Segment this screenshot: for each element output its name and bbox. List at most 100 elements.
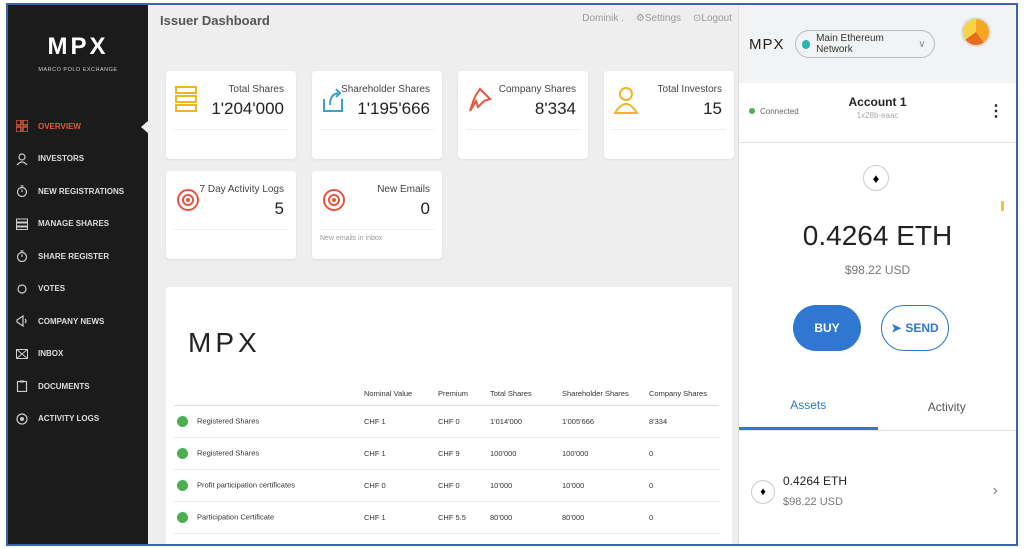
grid-icon (16, 120, 28, 133)
card-total-shares[interactable]: Total Shares 1'204'000 (166, 71, 296, 159)
total-shares: 100'000 (490, 437, 562, 470)
column-header: Total Shares (490, 383, 562, 406)
card-value: 5 (274, 199, 284, 218)
divider (612, 129, 726, 130)
nominal-value: CHF 1 (364, 405, 438, 438)
share-name: Profit participation certificates (197, 479, 295, 489)
shareholder-shares: 1'005'666 (562, 405, 649, 438)
shareholder-shares: 100'000 (562, 437, 649, 470)
sidebar-item-share-register[interactable]: SHARE REGISTER (8, 240, 148, 273)
sidebar-nav: OVERVIEW INVESTORS NEW REGISTRATIONS MAN… (8, 110, 149, 436)
sidebar: MPX MARCO POLO EXCHANGE OVERVIEW INVESTO… (8, 5, 149, 544)
user-name[interactable]: Dominik . (582, 13, 624, 24)
table-row[interactable]: Registered Shares CHF 1 CHF 0 1'014'000 … (174, 405, 719, 438)
sidebar-item-inbox[interactable]: INBOX (8, 338, 148, 371)
share-name: Registered Shares (197, 415, 260, 425)
shareholder-shares: 80'000 (562, 501, 649, 534)
user-menu: Dominik . ⚙Settings ⊙Logout (582, 13, 732, 24)
wallet-tabs: Assets Activity (739, 383, 1016, 431)
send-button[interactable]: ➤ SEND (881, 305, 949, 351)
total-shares: 1'014'000 (490, 405, 562, 438)
clipboard-icon (16, 380, 28, 393)
gear-icon: ⚙ (635, 13, 645, 24)
sidebar-item-overview[interactable]: OVERVIEW (8, 110, 149, 143)
eye-icon (16, 413, 28, 425)
leaf-icon (177, 415, 188, 427)
sidebar-item-investors[interactable]: INVESTORS (8, 143, 148, 176)
leaf-icon (177, 479, 188, 491)
total-shares: 10'000 (490, 469, 562, 502)
circle-icon (16, 283, 28, 295)
shares-table: Nominal Value Premium Total Shares Share… (174, 383, 719, 534)
card-value: 1'195'666 (357, 99, 430, 118)
send-icon: ➤ (891, 321, 902, 335)
wallet-popup: MPX Main Ethereum Network ∨ Connected Ac… (738, 5, 1016, 544)
sidebar-item-label: ACTIVITY LOGS (38, 414, 100, 424)
card-label: Company Shares (498, 84, 576, 95)
logout-link[interactable]: ⊙Logout (693, 13, 732, 24)
card-shareholder-shares[interactable]: Shareholder Shares 1'195'666 (312, 71, 442, 159)
table-row[interactable]: Profit participation certificates CHF 0 … (174, 469, 719, 502)
divider (174, 129, 288, 130)
card-activity-logs[interactable]: 7 Day Activity Logs 5 (166, 171, 296, 259)
company-shares: 8'334 (649, 405, 719, 438)
asset-row[interactable]: ♦ 0.4264 ETH $98.22 USD › (739, 460, 1016, 530)
share-name: Registered Shares (197, 447, 260, 457)
card-label: Shareholder Shares (341, 84, 430, 95)
user-icon (613, 87, 639, 114)
account-avatar[interactable] (961, 17, 991, 47)
list-icon (16, 218, 28, 230)
sidebar-item-new-registrations[interactable]: NEW REGISTRATIONS (8, 175, 148, 208)
tab-activity[interactable]: Activity (878, 383, 1017, 430)
app-window: MPX MARCO POLO EXCHANGE OVERVIEW INVESTO… (6, 3, 1018, 546)
column-header: Shareholder Shares (562, 383, 649, 406)
sidebar-item-label: MANAGE SHARES (38, 219, 110, 229)
card-company-shares[interactable]: Company Shares 8'334 (458, 71, 588, 159)
sidebar-item-label: DOCUMENTS (38, 381, 90, 391)
sidebar-item-activity-logs[interactable]: ACTIVITY LOGS (8, 403, 148, 436)
card-label: Total Investors (657, 84, 722, 95)
total-shares: 80'000 (490, 501, 562, 534)
nominal-value: CHF 0 (364, 469, 438, 502)
network-selector[interactable]: Main Ethereum Network ∨ (794, 30, 935, 58)
more-options-icon[interactable]: ⋮ (988, 101, 1004, 121)
ethereum-icon: ♦ (751, 480, 775, 504)
stack-icon (175, 86, 197, 112)
chevron-down-icon: ∨ (918, 38, 926, 50)
table-row[interactable]: Participation Certificate CHF 1 CHF 5.5 … (174, 501, 719, 534)
divider (466, 129, 580, 130)
table-row[interactable]: Registered Shares CHF 1 CHF 9 100'000 10… (174, 437, 719, 470)
card-total-investors[interactable]: Total Investors 15 (604, 71, 734, 159)
page-title: Issuer Dashboard (160, 13, 270, 28)
sidebar-item-documents[interactable]: DOCUMENTS (8, 370, 148, 403)
wallet-logo: MPX (749, 35, 785, 53)
asset-amount: 0.4264 ETH (783, 474, 848, 488)
shares-panel: MPX Nominal Value Premium Total Shares S… (166, 287, 732, 544)
account-name[interactable]: Account 1 (739, 95, 1016, 109)
stopwatch-icon (16, 185, 28, 198)
sidebar-item-company-news[interactable]: COMPANY NEWS (8, 305, 148, 338)
megaphone-icon (16, 315, 28, 328)
tab-assets[interactable]: Assets (739, 383, 878, 430)
user-icon (16, 153, 28, 165)
envelope-icon (16, 348, 28, 360)
buy-button[interactable]: BUY (793, 305, 861, 351)
sidebar-item-label: SHARE REGISTER (38, 251, 110, 261)
sidebar-item-label: OVERVIEW (38, 121, 81, 131)
usd-balance: $98.22 USD (844, 263, 911, 277)
card-value: 1'204'000 (211, 99, 284, 118)
sidebar-item-votes[interactable]: VOTES (8, 273, 148, 306)
chevron-right-icon: › (992, 482, 998, 499)
settings-link[interactable]: ⚙Settings (636, 13, 681, 24)
account-address[interactable]: 1x28b-eaac (739, 111, 1016, 120)
stopwatch-icon (16, 250, 28, 263)
sidebar-item-manage-shares[interactable]: MANAGE SHARES (8, 208, 148, 241)
card-new-emails[interactable]: New Emails 0 New emails in inbox (312, 171, 442, 259)
leaf-icon (177, 447, 188, 459)
account-bar: Connected Account 1 1x28b-eaac ⋮ (739, 83, 1016, 143)
brand-logo[interactable]: MPX MARCO POLO EXCHANGE (8, 5, 148, 100)
card-label: New Emails (377, 184, 430, 195)
eye-icon (177, 189, 199, 211)
share-name: Participation Certificate (197, 511, 275, 521)
card-value: 8'334 (534, 99, 576, 118)
